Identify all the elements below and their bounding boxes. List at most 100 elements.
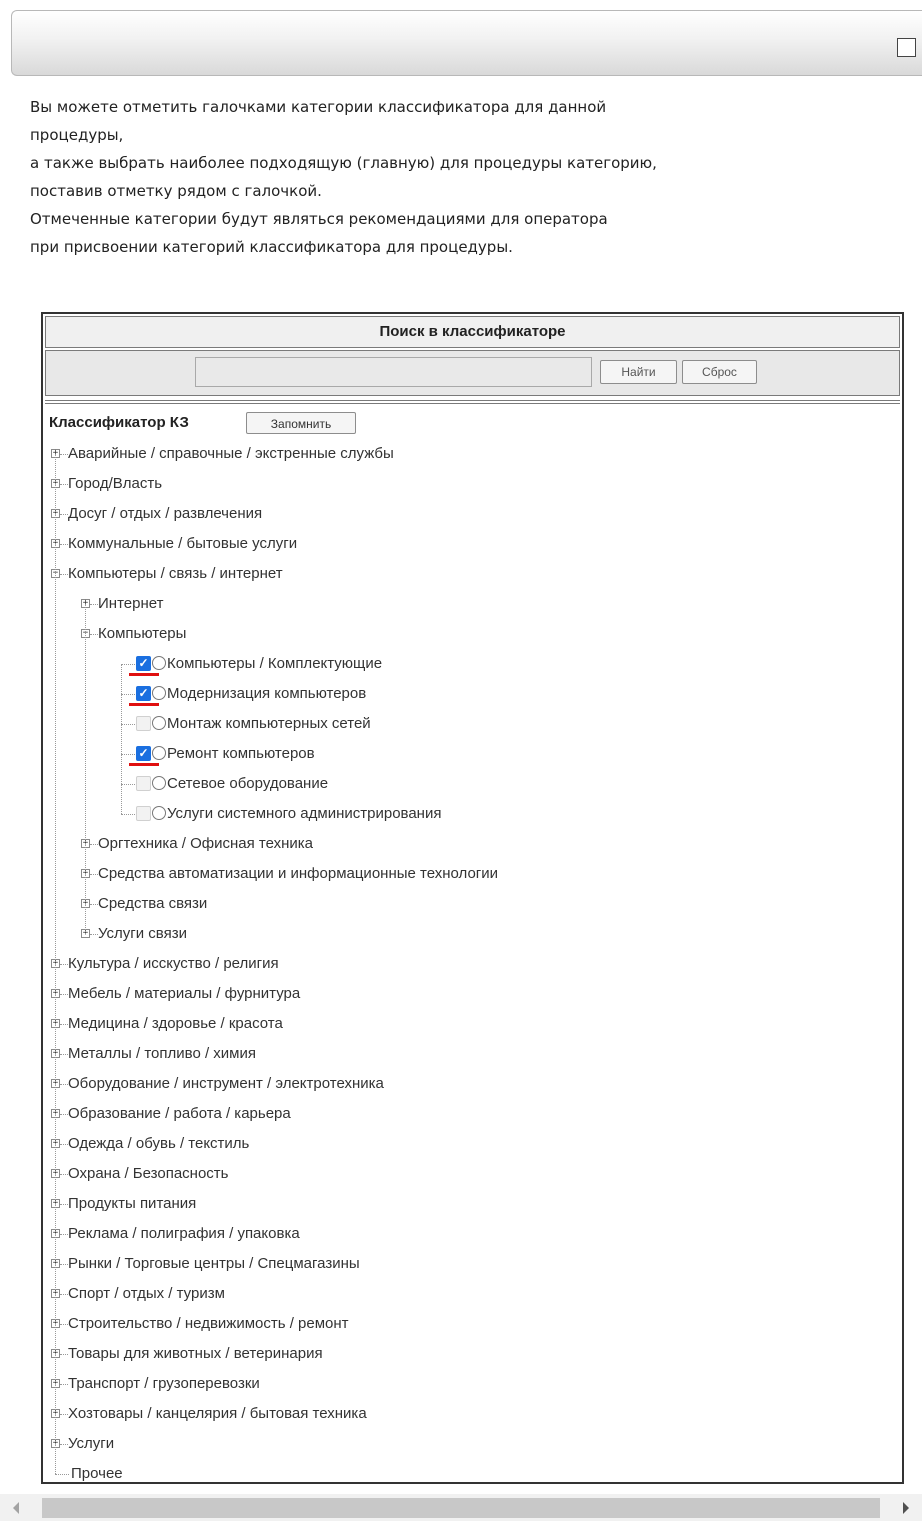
main-category-radio[interactable]: [152, 716, 166, 730]
tree-connector: [60, 1294, 68, 1295]
tree-subitem[interactable]: + Интернет: [43, 589, 902, 619]
scroll-left-icon[interactable]: [13, 1502, 19, 1514]
tree-leaf[interactable]: ✓ Модернизация компьютеров: [43, 679, 902, 709]
tree-item[interactable]: + Медицина / здоровье / красота: [43, 1009, 902, 1039]
tree-item[interactable]: + Охрана / Безопасность: [43, 1159, 902, 1189]
maximize-checkbox[interactable]: [897, 38, 916, 57]
tree-node-label: Строительство / недвижимость / ремонт: [68, 1315, 349, 1332]
tree-subitem[interactable]: + Оргтехника / Офисная техника: [43, 829, 902, 859]
tree-item-leaf[interactable]: Прочее: [43, 1459, 902, 1489]
tree-item[interactable]: + Транспорт / грузоперевозки: [43, 1369, 902, 1399]
tree-item[interactable]: + Рынки / Торговые центры / Спецмагазины: [43, 1249, 902, 1279]
dialog-header-bar: [11, 10, 922, 76]
tree-node-label: Средства связи: [98, 895, 208, 912]
tree-connector: [60, 1054, 68, 1055]
tree-subitem[interactable]: + Средства автоматизации и информационные…: [43, 859, 902, 889]
tree-connector: [121, 754, 135, 755]
tree-leaf[interactable]: Монтаж компьютерных сетей: [43, 709, 902, 739]
tree-connector: [121, 724, 135, 725]
tree-node-label: Продукты питания: [68, 1195, 197, 1212]
tree-node-label: Интернет: [98, 595, 164, 612]
tree-item[interactable]: + Мебель / материалы / фурнитура: [43, 979, 902, 1009]
tree-item-expanded[interactable]: − Компьютеры / связь / интернет: [43, 559, 902, 589]
main-category-radio[interactable]: [152, 806, 166, 820]
tree-subitem[interactable]: + Услуги связи: [43, 919, 902, 949]
intro-line: при присвоении категорий классификатора …: [30, 238, 513, 256]
tree-connector: [121, 664, 135, 665]
tree-item[interactable]: + Продукты питания: [43, 1189, 902, 1219]
horizontal-scrollbar[interactable]: [0, 1494, 922, 1521]
checked-checkbox[interactable]: ✓: [136, 746, 151, 761]
tree-connector: [60, 1174, 68, 1175]
tree-connector: [60, 1144, 68, 1145]
main-category-radio[interactable]: [152, 746, 166, 760]
tree-node-label: Оборудование / инструмент / электротехни…: [68, 1075, 384, 1092]
intro-line: а также выбрать наиболее подходящую (гла…: [30, 154, 657, 172]
tree-node-label: Досуг / отдых / развлечения: [68, 505, 263, 522]
tree-node-label: Компьютеры: [98, 625, 187, 642]
tree-item[interactable]: + Одежда / обувь / текстиль: [43, 1129, 902, 1159]
tree-leaf-label: Модернизация компьютеров: [167, 685, 367, 702]
tree-connector: [60, 454, 68, 455]
main-category-radio[interactable]: [152, 776, 166, 790]
tree-leaf-label: Компьютеры / Комплектующие: [167, 655, 383, 672]
highlight-underline: [129, 763, 159, 766]
tree-node-label: Товары для животных / ветеринария: [68, 1345, 323, 1362]
intro-line: процедуры,: [30, 126, 124, 144]
tree-leaf[interactable]: ✓ Ремонт компьютеров: [43, 739, 902, 769]
tree-item[interactable]: + Реклама / полиграфия / упаковка: [43, 1219, 902, 1249]
tree-connector: [85, 604, 86, 934]
checked-checkbox[interactable]: ✓: [136, 686, 151, 701]
tree-item[interactable]: + Аварийные / справочные / экстренные слу…: [43, 439, 902, 469]
tree-item[interactable]: + Спорт / отдых / туризм: [43, 1279, 902, 1309]
tree-leaf-label: Ремонт компьютеров: [167, 745, 315, 762]
tree-node-label: Средства автоматизации и информационные …: [98, 865, 499, 882]
scroll-thumb[interactable]: [42, 1498, 880, 1518]
tree-connector: [60, 1264, 68, 1265]
tree-subitem-expanded[interactable]: − Компьютеры: [43, 619, 902, 649]
tree-item[interactable]: + Услуги: [43, 1429, 902, 1459]
tree-connector: [60, 1414, 68, 1415]
scroll-right-icon[interactable]: [903, 1502, 909, 1514]
tree-connector: [60, 994, 68, 995]
tree-node-label: Металлы / топливо / химия: [68, 1045, 256, 1062]
tree-leaf[interactable]: Услуги системного администрирования: [43, 799, 902, 829]
tree-item[interactable]: + Оборудование / инструмент / электротехн…: [43, 1069, 902, 1099]
tree-node-label: Культура / исскуство / религия: [68, 955, 279, 972]
tree-item[interactable]: + Досуг / отдых / развлечения: [43, 499, 902, 529]
tree-connector: [60, 1234, 68, 1235]
highlight-underline: [129, 703, 159, 706]
tree-subitem[interactable]: + Средства связи: [43, 889, 902, 919]
tree-node-label: Хозтовары / канцелярия / бытовая техника: [68, 1405, 367, 1422]
tree-connector: [60, 1204, 68, 1205]
tree-item[interactable]: + Город/Власть: [43, 469, 902, 499]
tree-node-label: Спорт / отдых / туризм: [68, 1285, 225, 1302]
tree-node-label: Транспорт / грузоперевозки: [68, 1375, 260, 1392]
main-category-radio[interactable]: [152, 686, 166, 700]
tree-item[interactable]: + Культура / исскуство / религия: [43, 949, 902, 979]
tree-item[interactable]: + Металлы / топливо / химия: [43, 1039, 902, 1069]
classifier-panel: Поиск в классификаторе Найти Сброс Класс…: [41, 312, 904, 1484]
tree-node-label: Прочее: [71, 1465, 123, 1482]
tree-node-label: Мебель / материалы / фурнитура: [68, 985, 301, 1002]
tree-item[interactable]: + Строительство / недвижимость / ремонт: [43, 1309, 902, 1339]
tree-leaf[interactable]: ✓ Компьютеры / Комплектующие: [43, 649, 902, 679]
tree-leaf[interactable]: Сетевое оборудование: [43, 769, 902, 799]
checkbox[interactable]: [136, 806, 151, 821]
tree-connector: [60, 1024, 68, 1025]
tree-connector: [90, 904, 98, 905]
main-category-radio[interactable]: [152, 656, 166, 670]
tree-connector: [60, 1114, 68, 1115]
checkbox[interactable]: [136, 716, 151, 731]
classifier-tree: + Аварийные / справочные / экстренные слу…: [43, 314, 902, 1482]
tree-connector: [60, 1354, 68, 1355]
checked-checkbox[interactable]: ✓: [136, 656, 151, 671]
checkbox[interactable]: [136, 776, 151, 791]
tree-node-label: Компьютеры / связь / интернет: [68, 565, 283, 582]
tree-item[interactable]: + Коммунальные / бытовые услуги: [43, 529, 902, 559]
tree-connector: [60, 544, 68, 545]
tree-connector: [90, 934, 98, 935]
tree-item[interactable]: + Товары для животных / ветеринария: [43, 1339, 902, 1369]
tree-item[interactable]: + Хозтовары / канцелярия / бытовая техник…: [43, 1399, 902, 1429]
tree-item[interactable]: + Образование / работа / карьера: [43, 1099, 902, 1129]
